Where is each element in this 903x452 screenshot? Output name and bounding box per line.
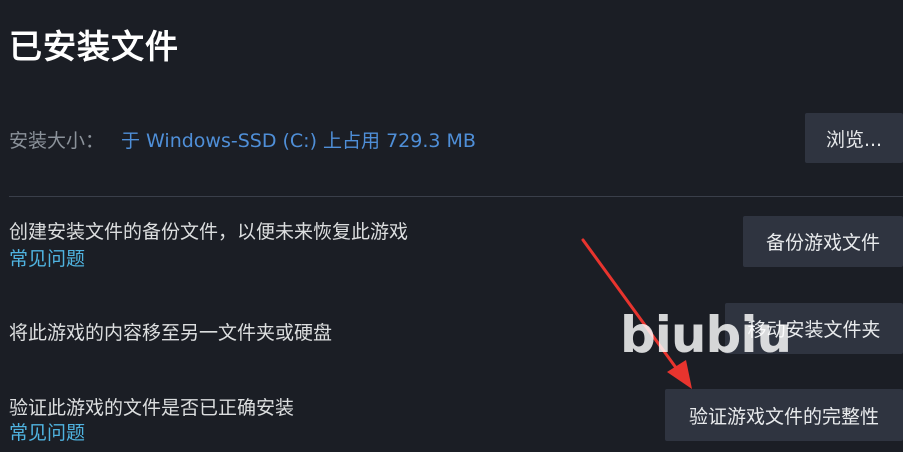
- move-install-folder-button[interactable]: 移动安装文件夹: [725, 303, 903, 354]
- verify-integrity-button[interactable]: 验证游戏文件的完整性: [665, 389, 903, 441]
- move-description: 将此游戏的内容移至另一文件夹或硬盘: [9, 322, 333, 344]
- backup-description: 创建安装文件的备份文件，以便未来恢复此游戏: [9, 221, 409, 243]
- backup-game-files-button[interactable]: 备份游戏文件: [743, 216, 903, 267]
- section-divider: [9, 196, 903, 197]
- browse-button[interactable]: 浏览...: [805, 113, 903, 163]
- install-size-label: 安装大小：: [9, 130, 105, 152]
- verify-faq-link[interactable]: 常见问题: [9, 418, 85, 445]
- backup-faq-link[interactable]: 常见问题: [9, 244, 85, 271]
- verify-description: 验证此游戏的文件是否已正确安装: [9, 397, 295, 419]
- page-title: 已安装文件: [9, 27, 179, 66]
- install-size-value: 于 Windows-SSD (C:) 上占用 729.3 MB: [121, 130, 476, 152]
